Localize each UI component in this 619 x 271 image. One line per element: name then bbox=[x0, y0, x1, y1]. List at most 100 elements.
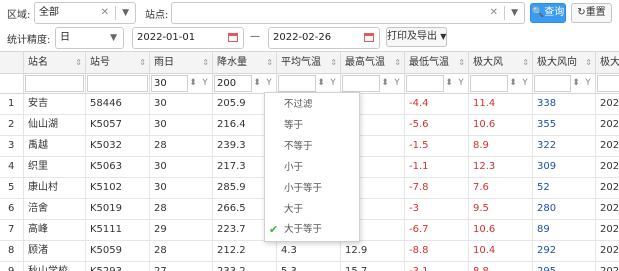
spinner-icon[interactable]: ⬍ bbox=[315, 76, 327, 90]
header-max-wind[interactable]: 极大风 ⇕ bbox=[469, 52, 533, 74]
calendar-icon[interactable] bbox=[364, 32, 374, 42]
precision-select-value: 日 bbox=[60, 32, 70, 43]
select-divider bbox=[504, 6, 505, 20]
row-number: 1 bbox=[0, 94, 24, 115]
filter-icon[interactable]: Y bbox=[327, 76, 339, 90]
max-wind-time-cell: 2022 bbox=[596, 157, 619, 178]
header-max-wind-time[interactable]: 极大风 bbox=[596, 52, 619, 74]
start-date-input[interactable]: 2022-01-01 bbox=[132, 27, 244, 49]
sort-icon[interactable]: ⇕ bbox=[330, 52, 337, 73]
filter-icon[interactable]: Y bbox=[582, 76, 594, 90]
filter-input[interactable] bbox=[25, 75, 84, 92]
spinner-icon[interactable]: ⬍ bbox=[443, 76, 455, 90]
region-select[interactable]: 全部 ✕ ▼ bbox=[34, 2, 136, 24]
filter-input[interactable] bbox=[597, 75, 619, 92]
calendar-icon[interactable] bbox=[228, 32, 238, 42]
header-wind-dir[interactable]: 极大风向 ⇕ bbox=[533, 52, 596, 74]
max-wind-time-cell: 2022 bbox=[596, 199, 619, 220]
station-id-cell: K5063 bbox=[86, 157, 150, 178]
header-avg-temp[interactable]: 平均气温 ⇕ bbox=[277, 52, 341, 74]
sort-icon[interactable]: ⇕ bbox=[202, 52, 209, 73]
sort-icon[interactable]: ⇕ bbox=[139, 52, 146, 73]
filter-input[interactable] bbox=[534, 75, 571, 92]
station-name-cell: 顾渚 bbox=[24, 241, 86, 262]
end-date-input[interactable]: 2022-02-26 bbox=[268, 27, 380, 49]
filter-cell-avg-temp: ⬍ Y bbox=[277, 74, 341, 94]
reset-button[interactable]: ↻重置 bbox=[571, 3, 612, 23]
max-wind-cell: 10.6 bbox=[469, 220, 533, 241]
header-precip[interactable]: 降水量 ⇕ bbox=[213, 52, 277, 74]
min-temp-cell: -5.6 bbox=[405, 115, 469, 136]
sort-icon[interactable]: ⇕ bbox=[394, 52, 401, 73]
filter-input[interactable]: 30 bbox=[151, 75, 188, 92]
menu-item-less-than[interactable]: 小于 bbox=[265, 158, 359, 178]
filter-cell-id bbox=[86, 74, 150, 94]
sort-icon[interactable]: ⇕ bbox=[522, 52, 529, 73]
spinner-icon[interactable]: ⬍ bbox=[570, 76, 582, 90]
header-rain-days[interactable]: 雨日 ⇕ bbox=[150, 52, 213, 74]
export-button[interactable]: 打印及导出 ▼ bbox=[386, 27, 447, 47]
filter-input[interactable] bbox=[470, 75, 508, 92]
wind-dir-cell: 280 bbox=[533, 199, 596, 220]
max-wind-cell: 7.6 bbox=[469, 178, 533, 199]
menu-item-not-equal[interactable]: 不等于 bbox=[265, 137, 359, 157]
station-name-cell: 康山村 bbox=[24, 178, 86, 199]
header-name[interactable]: 站名 ⇕ bbox=[24, 52, 86, 74]
menu-item-less-equal[interactable]: 小于等于 bbox=[265, 179, 359, 199]
spinner-icon[interactable]: ⬍ bbox=[187, 76, 199, 90]
sort-icon[interactable]: ⇕ bbox=[458, 52, 465, 73]
filter-icon[interactable]: Y bbox=[199, 76, 211, 90]
filter-icon[interactable]: Y bbox=[263, 76, 275, 90]
precision-select[interactable]: 日 ▼ bbox=[55, 27, 124, 49]
clear-icon[interactable]: ✕ bbox=[490, 3, 498, 23]
checkmark-icon: ✔ bbox=[269, 223, 279, 236]
sort-icon[interactable]: ⇕ bbox=[75, 52, 82, 73]
header-max-temp[interactable]: 最高气温 ⇕ bbox=[341, 52, 405, 74]
header-rownum bbox=[0, 52, 24, 74]
rain-days-cell: 28 bbox=[150, 199, 213, 220]
filter-input[interactable]: 200 bbox=[214, 75, 252, 92]
sort-icon[interactable]: ⇕ bbox=[585, 52, 592, 73]
menu-item-no-filter[interactable]: 不过滤 bbox=[265, 95, 359, 115]
filter-input[interactable] bbox=[278, 75, 316, 92]
chevron-down-icon[interactable]: ▼ bbox=[122, 3, 129, 23]
filter-input[interactable] bbox=[342, 75, 380, 92]
station-name-cell: 织里 bbox=[24, 157, 86, 178]
chevron-down-icon[interactable]: ▼ bbox=[110, 28, 117, 48]
max-wind-time-cell: 2022 bbox=[596, 136, 619, 157]
table-row[interactable]: 8 顾渚 K5059 28 212.2 4.3 12.9 -8.8 10.4 2… bbox=[0, 241, 619, 262]
station-id-cell: K5111 bbox=[86, 220, 150, 241]
end-date-value: 2022-02-26 bbox=[273, 32, 332, 43]
table-row[interactable]: 9 秋山学校 K5293 27 233.2 5.3 15.7 -3.1 8.8 … bbox=[0, 262, 619, 271]
rain-days-cell: 28 bbox=[150, 136, 213, 157]
station-select[interactable]: ✕ ▼ bbox=[171, 2, 525, 24]
chevron-down-icon[interactable]: ▼ bbox=[511, 3, 518, 23]
menu-item-greater-equal[interactable]: ✔ 大于等于 bbox=[265, 220, 359, 240]
wind-dir-cell: 89 bbox=[533, 220, 596, 241]
avg-temp-cell: 5.3 bbox=[277, 262, 341, 271]
precip-cell: 233.2 bbox=[213, 262, 277, 271]
max-wind-cell: 8.8 bbox=[469, 262, 533, 271]
header-min-temp[interactable]: 最低气温 ⇕ bbox=[405, 52, 469, 74]
station-id-cell: K5032 bbox=[86, 136, 150, 157]
spinner-icon[interactable]: ⬍ bbox=[507, 76, 519, 90]
menu-item-equal[interactable]: 等于 bbox=[265, 116, 359, 136]
filter-input[interactable] bbox=[87, 75, 148, 92]
station-id-cell: K5059 bbox=[86, 241, 150, 262]
filter-icon[interactable]: Y bbox=[455, 76, 467, 90]
filter-cell-max-wind: ⬍ Y bbox=[469, 74, 533, 94]
filter-input[interactable] bbox=[406, 75, 444, 92]
station-name-cell: 安吉 bbox=[24, 94, 86, 115]
max-wind-cell: 12.3 bbox=[469, 157, 533, 178]
menu-item-greater-than[interactable]: 大于 bbox=[265, 200, 359, 220]
rain-days-cell: 30 bbox=[150, 94, 213, 115]
clear-icon[interactable]: ✕ bbox=[101, 3, 109, 23]
spinner-icon[interactable]: ⬍ bbox=[379, 76, 391, 90]
max-wind-cell: 10.4 bbox=[469, 241, 533, 262]
sort-icon[interactable]: ⇕ bbox=[266, 52, 273, 73]
filter-icon[interactable]: Y bbox=[519, 76, 531, 90]
search-button[interactable]: 🔍查询 bbox=[530, 3, 566, 23]
spinner-icon[interactable]: ⬍ bbox=[251, 76, 263, 90]
filter-icon[interactable]: Y bbox=[391, 76, 403, 90]
header-id[interactable]: 站号 ⇕ bbox=[86, 52, 150, 74]
